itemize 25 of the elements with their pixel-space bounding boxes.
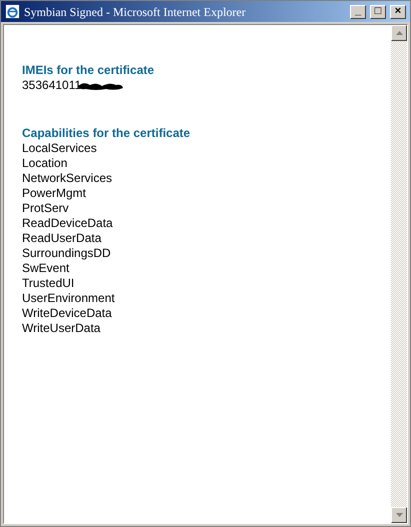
capability-item: ProtServ bbox=[22, 201, 70, 216]
section-heading: IMEIs for the certificate bbox=[22, 63, 156, 78]
capability-item: WriteDeviceData bbox=[22, 306, 113, 321]
maximize-button[interactable]: □ bbox=[370, 4, 386, 18]
capability-item: UserEnvironment bbox=[22, 291, 116, 306]
capability-item: TrustedUI bbox=[22, 276, 76, 291]
scroll-down-button[interactable] bbox=[391, 507, 407, 523]
section-heading: Capabilities for the certificate bbox=[22, 126, 192, 141]
scroll-up-button[interactable] bbox=[391, 25, 407, 41]
minimize-button[interactable]: _ bbox=[350, 4, 366, 18]
capability-item: ReadDeviceData bbox=[22, 216, 114, 231]
capability-item: Location bbox=[22, 156, 68, 171]
capability-item: ReadUserData bbox=[22, 231, 102, 246]
capability-item: NetworkServices bbox=[22, 171, 114, 186]
capability-item: PowerMgmt bbox=[22, 186, 88, 201]
browser-icon bbox=[5, 4, 20, 19]
capability-item: SurroundingsDD bbox=[22, 246, 112, 261]
capability-item: WriteUserData bbox=[22, 321, 102, 336]
window-title: Symbian Signed - Microsoft Internet Explorer bbox=[24, 4, 247, 20]
close-button[interactable]: × bbox=[390, 4, 406, 18]
down-arrow-icon bbox=[396, 513, 402, 517]
up-arrow-icon bbox=[396, 31, 402, 35]
capability-item: LocalServices bbox=[22, 141, 98, 156]
imei-text: 353641011 bbox=[22, 78, 82, 93]
capability-item: SwEvent bbox=[22, 261, 70, 276]
